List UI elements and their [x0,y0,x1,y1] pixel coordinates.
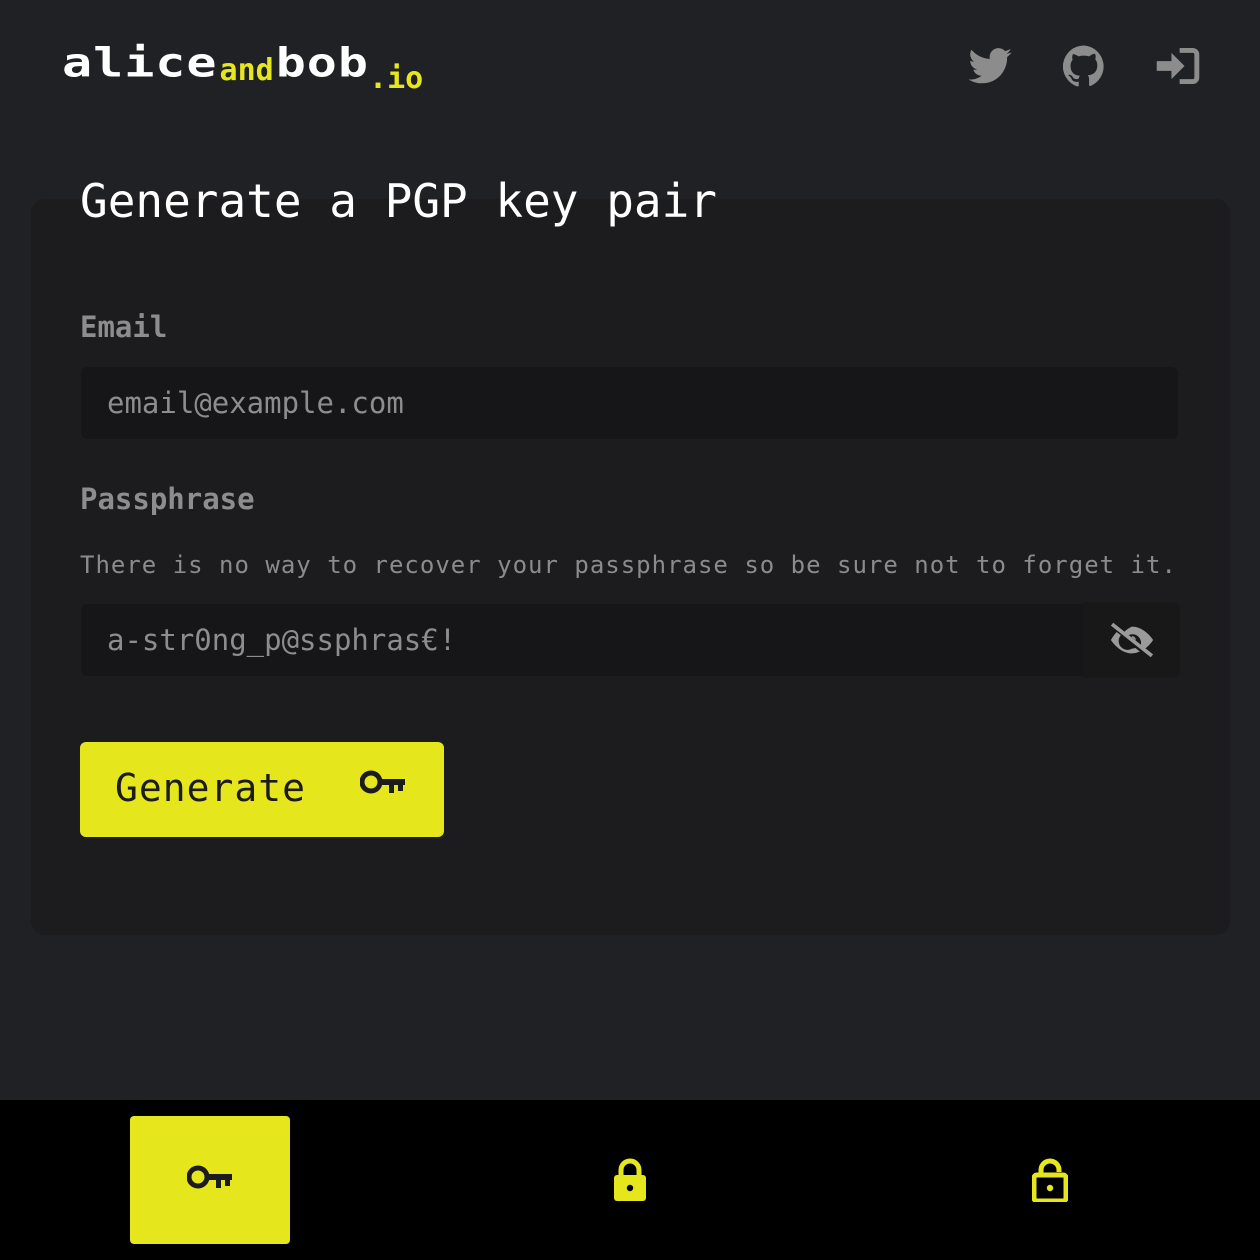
key-icon [187,1165,232,1189]
email-input[interactable] [81,367,1178,439]
bottom-nav [0,1100,1260,1260]
logo-part-alice: alice [62,39,218,87]
page-title: Generate a PGP key pair [80,174,717,228]
passphrase-label: Passphrase [80,482,255,516]
passphrase-input[interactable] [81,604,1083,676]
logo-part-bob: bob [275,39,370,87]
eye-slash-icon [1110,622,1153,658]
sign-in-icon[interactable] [1156,44,1200,88]
twitter-icon[interactable] [968,44,1012,88]
toggle-passphrase-visibility-button[interactable] [1083,602,1180,678]
logo-part-and: and [219,53,274,88]
github-icon[interactable] [1062,44,1106,88]
nav-decrypt[interactable] [970,1116,1130,1244]
lock-icon [614,1158,646,1201]
lock-open-icon [1032,1158,1068,1202]
nav-encrypt[interactable] [550,1116,710,1244]
nav-generate[interactable] [130,1116,290,1244]
generate-button-label: Generate [115,766,307,810]
header: alice and bob .io [0,0,1260,130]
logo[interactable]: alice and bob .io [62,38,423,94]
email-label: Email [80,310,168,344]
logo-part-io: .io [369,61,424,96]
passphrase-help-text: There is no way to recover your passphra… [80,551,1177,579]
generate-button[interactable]: Generate [80,742,444,837]
header-icons [968,44,1200,88]
key-icon [359,770,406,803]
